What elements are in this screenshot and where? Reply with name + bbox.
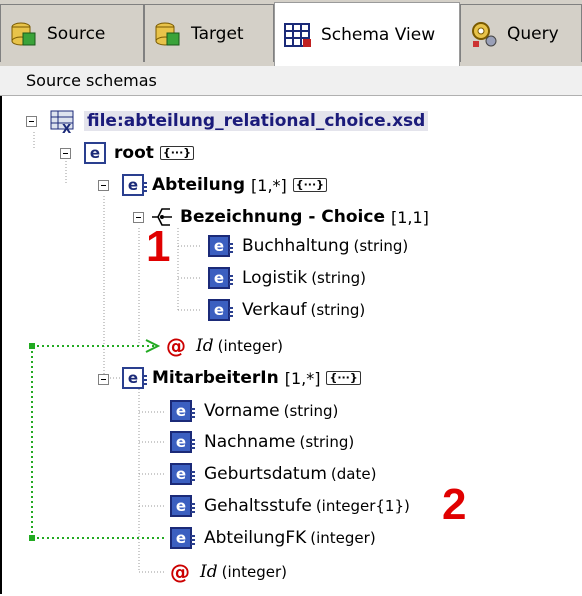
choice-occurrence: [1,1] (390, 207, 429, 227)
verkauf-type: (string) (310, 301, 366, 319)
attribute-icon: @ (170, 560, 190, 584)
element-icon: e (170, 400, 195, 422)
mitarbeiter-name: MitarbeiterIn (152, 368, 279, 388)
abteilung-collapse-toggle[interactable] (98, 180, 109, 191)
abteilungfk-type: (integer) (310, 529, 376, 547)
geburtsdatum-type: (date) (330, 465, 377, 483)
tree-node-vorname[interactable]: e Vorname (string) (170, 396, 338, 426)
tree-node-nachname[interactable]: e Nachname (string) (170, 427, 354, 457)
tree-file-node[interactable]: X file:abteilung_relational_choice.xsd (50, 106, 429, 136)
element-icon: e (170, 431, 195, 453)
tree-node-mitarbeiter-id[interactable]: @ Id (integer) (170, 557, 287, 587)
element-icon: e (208, 267, 233, 289)
element-icon: e (170, 495, 195, 517)
tree-node-gehaltsstufe[interactable]: e Gehaltsstufe (integer{1}) (170, 491, 410, 521)
tree-node-abteilungfk[interactable]: e AbteilungFK (integer) (170, 523, 376, 553)
file-name: file:abteilung_relational_choice.xsd (84, 111, 429, 131)
root-expand-content-icon[interactable]: {···} (159, 146, 195, 160)
abteilung-expand-content-icon[interactable]: {···} (292, 178, 327, 192)
mitarbeiter-occurrence: [1,*] (284, 368, 321, 388)
attribute-icon: @ (166, 334, 186, 358)
tree-node-abteilung-id[interactable]: @ Id (integer) (166, 331, 283, 361)
tree-node-logistik[interactable]: e Logistik (string) (208, 263, 366, 293)
tree-node-geburtsdatum[interactable]: e Geburtsdatum (date) (170, 459, 376, 489)
geburtsdatum-name: Geburtsdatum (204, 464, 327, 484)
tree-node-choice[interactable]: Bezeichnung - Choice [1,1] (150, 202, 429, 232)
abteilungfk-name: AbteilungFK (204, 528, 307, 548)
file-collapse-toggle[interactable] (26, 116, 37, 127)
tree-node-mitarbeiter[interactable]: e MitarbeiterIn [1,*] {···} (122, 363, 361, 393)
gehaltsstufe-type: (integer{1}) (315, 497, 410, 515)
abteilung-id-type: (integer) (217, 337, 284, 355)
mitarbeiter-id-name: Id (200, 562, 218, 582)
buchhaltung-name: Buchhaltung (242, 236, 350, 256)
logistik-name: Logistik (242, 268, 308, 288)
gehaltsstufe-name: Gehaltsstufe (204, 496, 312, 516)
buchhaltung-type: (string) (353, 237, 409, 255)
tree-node-root[interactable]: e root {···} (84, 138, 195, 168)
tree-node-buchhaltung[interactable]: e Buchhaltung (string) (208, 231, 408, 261)
nachname-type: (string) (299, 433, 355, 451)
vorname-type: (string) (283, 402, 339, 420)
callout-1: 1 (146, 222, 171, 271)
abteilung-id-name: Id (196, 336, 214, 356)
complex-element-icon: e (122, 367, 147, 389)
logistik-type: (string) (311, 269, 366, 287)
mitarbeiter-id-type: (integer) (221, 563, 288, 581)
optional-element-icon: e (170, 463, 195, 485)
abteilung-name: Abteilung (152, 175, 246, 195)
xsd-file-icon: X (50, 110, 74, 134)
root-name: root (114, 143, 154, 163)
root-collapse-toggle[interactable] (60, 148, 71, 159)
svg-text:X: X (62, 122, 72, 134)
element-icon: e (170, 527, 195, 549)
tree-node-verkauf[interactable]: e Verkauf (string) (208, 295, 365, 325)
choice-name: Bezeichnung - Choice (180, 207, 385, 227)
mitarbeiter-collapse-toggle[interactable] (98, 374, 109, 385)
element-icon: e (84, 142, 106, 164)
vorname-name: Vorname (204, 401, 280, 421)
complex-element-icon: e (122, 174, 147, 196)
abteilung-occurrence: [1,*] (251, 175, 287, 195)
tree-node-abteilung[interactable]: e Abteilung [1,*] {···} (122, 170, 327, 200)
mitarbeiter-expand-content-icon[interactable]: {···} (326, 371, 361, 385)
verkauf-name: Verkauf (242, 300, 307, 320)
callout-2: 2 (442, 480, 467, 529)
nachname-name: Nachname (204, 432, 296, 452)
choice-collapse-toggle[interactable] (133, 212, 144, 223)
element-icon: e (208, 299, 233, 321)
element-icon: e (208, 235, 233, 257)
